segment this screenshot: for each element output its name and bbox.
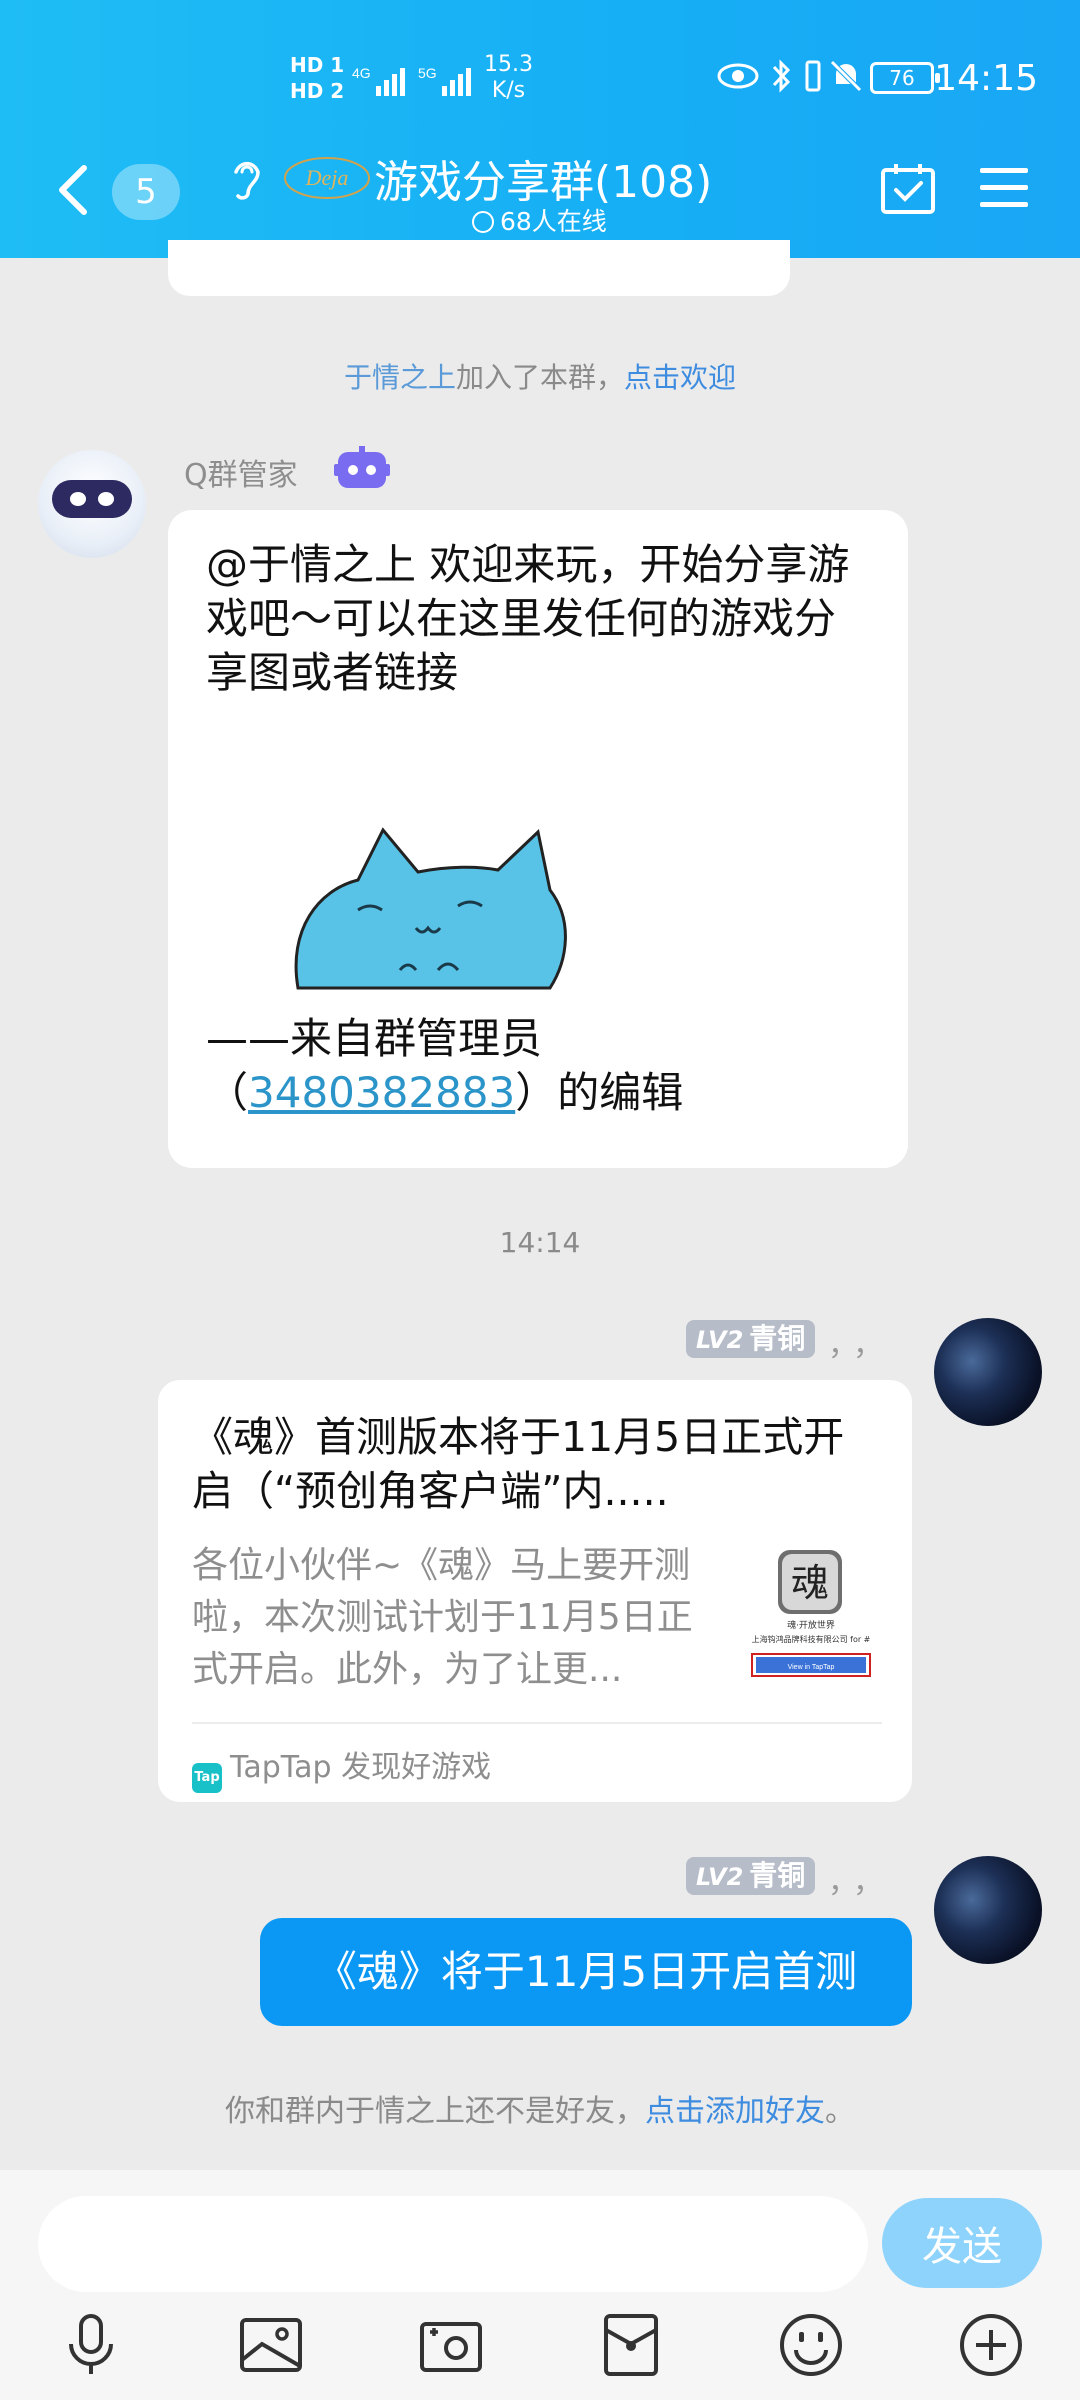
bot-avatar[interactable] [38, 450, 146, 558]
sender-nickname: ，， [828, 1328, 893, 1363]
voice-icon[interactable] [56, 2310, 126, 2380]
chat-screen: HD 1 HD 2 4G 5G 15.3 K/s 76 14:15 5 Deja… [0, 0, 1080, 2400]
rank-badge: LV2 青铜 [686, 1857, 816, 1895]
status-time: 14:15 [934, 58, 1038, 99]
card-source-text: TapTap 发现好游戏 [230, 1750, 492, 1785]
camera-icon[interactable] [416, 2310, 486, 2380]
rank-level: LV2 [696, 1863, 744, 1891]
red-packet-icon[interactable] [596, 2310, 666, 2380]
hd2-label: HD 2 [290, 79, 345, 103]
send-button[interactable]: 发送 [882, 2198, 1042, 2288]
svg-text:魂: 魂 [791, 1561, 829, 1605]
speed-value: 15.3 [484, 52, 533, 77]
previous-message-bubble [168, 240, 790, 296]
message-input[interactable] [38, 2196, 868, 2292]
share-card[interactable]: 《魂》首测版本将于11月5日正式开启（“预创角客户端”内..... 各位小伙伴~… [158, 1380, 912, 1802]
menu-icon[interactable] [978, 166, 1030, 210]
online-count[interactable]: 68人在线 [472, 202, 607, 238]
welcome-text: @于情之上 欢迎来玩，开始分享游戏吧～可以在这里发任何的游戏分享图或者链接 [206, 540, 850, 697]
plus-icon[interactable] [956, 2310, 1026, 2380]
eye-icon [717, 63, 759, 89]
signal-5g-icon: 5G [418, 65, 471, 96]
rank-badge: LV2 青铜 [686, 1320, 816, 1358]
time-divider: 14:14 [499, 1226, 581, 1259]
network-speed: 15.3 K/s [484, 52, 533, 104]
group-logo-icon: Deja [284, 157, 370, 199]
sender-nickname: ，， [828, 1865, 893, 1900]
online-dot-icon [472, 211, 494, 233]
text-message-bubble[interactable]: 《魂》将于11月5日开启首测 [260, 1918, 912, 2026]
svg-text:上海钩鸿品牌科技有限公司 for #: 上海钩鸿品牌科技有限公司 for # [752, 1634, 871, 1644]
rank-row-2: LV2 青铜 ，， [686, 1857, 886, 1900]
svg-text:View in TapTap: View in TapTap [788, 1664, 835, 1671]
signature-open-paren: （ [206, 1068, 249, 1117]
svg-text:4G: 4G [352, 65, 371, 81]
vibrate-icon [805, 60, 821, 92]
user-avatar[interactable] [934, 1318, 1042, 1426]
rank-name: 青铜 [749, 1859, 806, 1892]
robot-badge-icon [334, 446, 390, 488]
welcome-message-bubble[interactable]: @于情之上 欢迎来玩，开始分享游戏吧～可以在这里发任何的游戏分享图或者链接 ——… [168, 510, 908, 1168]
bluetooth-icon [772, 59, 791, 93]
join-text: 加入了本群， [455, 361, 624, 394]
signature-prefix: ——来自群管理员 [206, 1014, 543, 1063]
bot-sender-name: Q群管家 [184, 458, 298, 493]
card-thumbnail: 魂 魂·开放世界 上海钩鸿品牌科技有限公司 for # View in TapT… [738, 1546, 884, 1686]
emoji-icon[interactable] [776, 2310, 846, 2380]
add-friend-link[interactable]: 点击添加好友 [645, 2094, 825, 2129]
nav-row: 5 Deja 游戏分享群(108) 68人在线 [0, 140, 1080, 240]
online-text: 68人在线 [500, 207, 607, 236]
card-description: 各位小伙伴~《魂》马上要开测啦，本次测试计划于11月5日正式开启。此外，为了让更… [192, 1545, 693, 1690]
chat-title[interactable]: 游戏分享群(108) [374, 146, 712, 210]
admin-signature: ——来自群管理员 （3480382883）的编辑 [206, 1012, 876, 1120]
unread-badge[interactable]: 5 [112, 164, 180, 220]
rank-row: LV2 青铜 ，， [686, 1320, 886, 1363]
welcome-link[interactable]: 点击欢迎 [624, 361, 736, 394]
image-icon[interactable] [236, 2310, 306, 2380]
signal-4g-icon: 4G [352, 65, 405, 96]
robot-face-icon [52, 480, 132, 518]
friend-hint-text: 你和群内于情之上还不是好友， [225, 2094, 645, 2129]
hd1-label: HD 1 [290, 53, 345, 77]
svg-text:Deja: Deja [305, 165, 349, 190]
back-icon[interactable] [52, 162, 96, 218]
taptap-icon: Tap [192, 1763, 222, 1793]
join-notice: 于情之上加入了本群，点击欢迎 [0, 356, 1080, 396]
rank-name: 青铜 [749, 1322, 806, 1355]
speed-unit: K/s [491, 78, 526, 103]
ear-icon[interactable] [228, 154, 264, 204]
card-divider [192, 1722, 882, 1724]
user-avatar[interactable] [934, 1856, 1042, 1964]
join-member-name[interactable]: 于情之上 [344, 361, 456, 394]
cat-sticker-icon [294, 827, 567, 990]
admin-qq-link[interactable]: 3480382883 [248, 1068, 515, 1117]
card-source: Tap TapTap 发现好游戏 [192, 1742, 491, 1793]
status-bar: HD 1 HD 2 4G 5G 15.3 K/s 76 14:15 [0, 40, 1080, 120]
hd-indicator: HD 1 HD 2 [290, 52, 344, 104]
svg-text:5G: 5G [418, 65, 437, 81]
input-bar: 发送 [0, 2170, 1080, 2400]
svg-text:魂·开放世界: 魂·开放世界 [787, 1619, 835, 1631]
battery-indicator: 76 [870, 62, 940, 94]
header: HD 1 HD 2 4G 5G 15.3 K/s 76 14:15 5 Deja… [0, 0, 1080, 258]
calendar-check-icon[interactable] [880, 162, 936, 216]
mute-bell-icon [830, 60, 862, 92]
signature-suffix: ）的编辑 [515, 1068, 684, 1117]
rank-level: LV2 [696, 1326, 744, 1354]
add-friend-hint: 你和群内于情之上还不是好友，点击添加好友。 [0, 2086, 1080, 2130]
card-title: 《魂》首测版本将于11月5日正式开启（“预创角客户端”内..... [192, 1413, 845, 1515]
friend-hint-suffix: 。 [825, 2094, 855, 2129]
